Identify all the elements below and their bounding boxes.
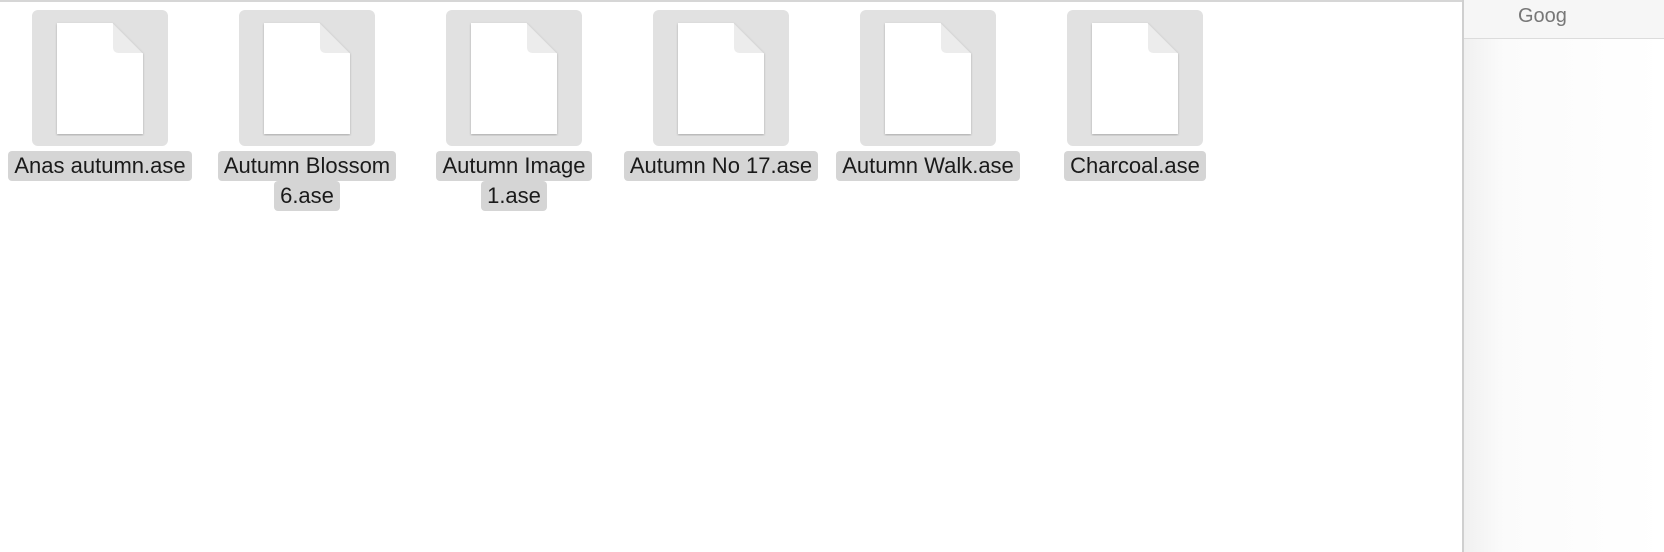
preview-sidebar: Goog <box>1462 0 1664 552</box>
file-name-line: Charcoal.ase <box>1064 151 1206 181</box>
file-name-line: Autumn No 17.ase <box>623 151 819 181</box>
file-item[interactable]: Autumn Blossom 6.ase <box>197 10 417 211</box>
document-icon <box>57 22 144 134</box>
file-name-line: Anas autumn.ase <box>8 151 192 181</box>
file-thumbnail[interactable] <box>446 10 582 146</box>
file-item[interactable]: Autumn Image 1.ase <box>404 10 624 211</box>
file-thumbnail[interactable] <box>32 10 168 146</box>
file-name-label[interactable]: Autumn No 17.ase <box>623 151 819 181</box>
file-name-line: Autumn Blossom <box>217 151 397 181</box>
file-item[interactable]: Charcoal.ase <box>1025 10 1245 181</box>
file-item[interactable]: Autumn Walk.ase <box>818 10 1038 181</box>
file-name-line: Autumn Walk.ase <box>836 151 1020 181</box>
finder-window: Anas autumn.ase Autumn Blossom 6.ase Aut… <box>0 0 1664 552</box>
file-thumbnail[interactable] <box>860 10 996 146</box>
file-icon-grid[interactable]: Anas autumn.ase Autumn Blossom 6.ase Aut… <box>0 2 1462 552</box>
document-icon <box>471 22 558 134</box>
file-thumbnail[interactable] <box>1067 10 1203 146</box>
file-thumbnail[interactable] <box>653 10 789 146</box>
document-icon <box>678 22 765 134</box>
file-name-label[interactable]: Autumn Walk.ase <box>836 151 1020 181</box>
file-item[interactable]: Autumn No 17.ase <box>611 10 831 181</box>
file-name-label[interactable]: Charcoal.ase <box>1064 151 1206 181</box>
file-item[interactable]: Anas autumn.ase <box>0 10 210 181</box>
file-name-label[interactable]: Anas autumn.ase <box>8 151 192 181</box>
sidebar-header: Goog <box>1464 0 1664 39</box>
file-name-label[interactable]: Autumn Image 1.ase <box>436 151 592 211</box>
document-icon <box>885 22 972 134</box>
document-icon <box>264 22 351 134</box>
file-name-label[interactable]: Autumn Blossom 6.ase <box>217 151 397 211</box>
file-name-line: Autumn Image <box>436 151 592 181</box>
file-name-line: 6.ase <box>274 181 340 211</box>
document-icon <box>1092 22 1179 134</box>
file-name-line: 1.ase <box>481 181 547 211</box>
file-thumbnail[interactable] <box>239 10 375 146</box>
sidebar-title: Goog <box>1518 5 1567 27</box>
